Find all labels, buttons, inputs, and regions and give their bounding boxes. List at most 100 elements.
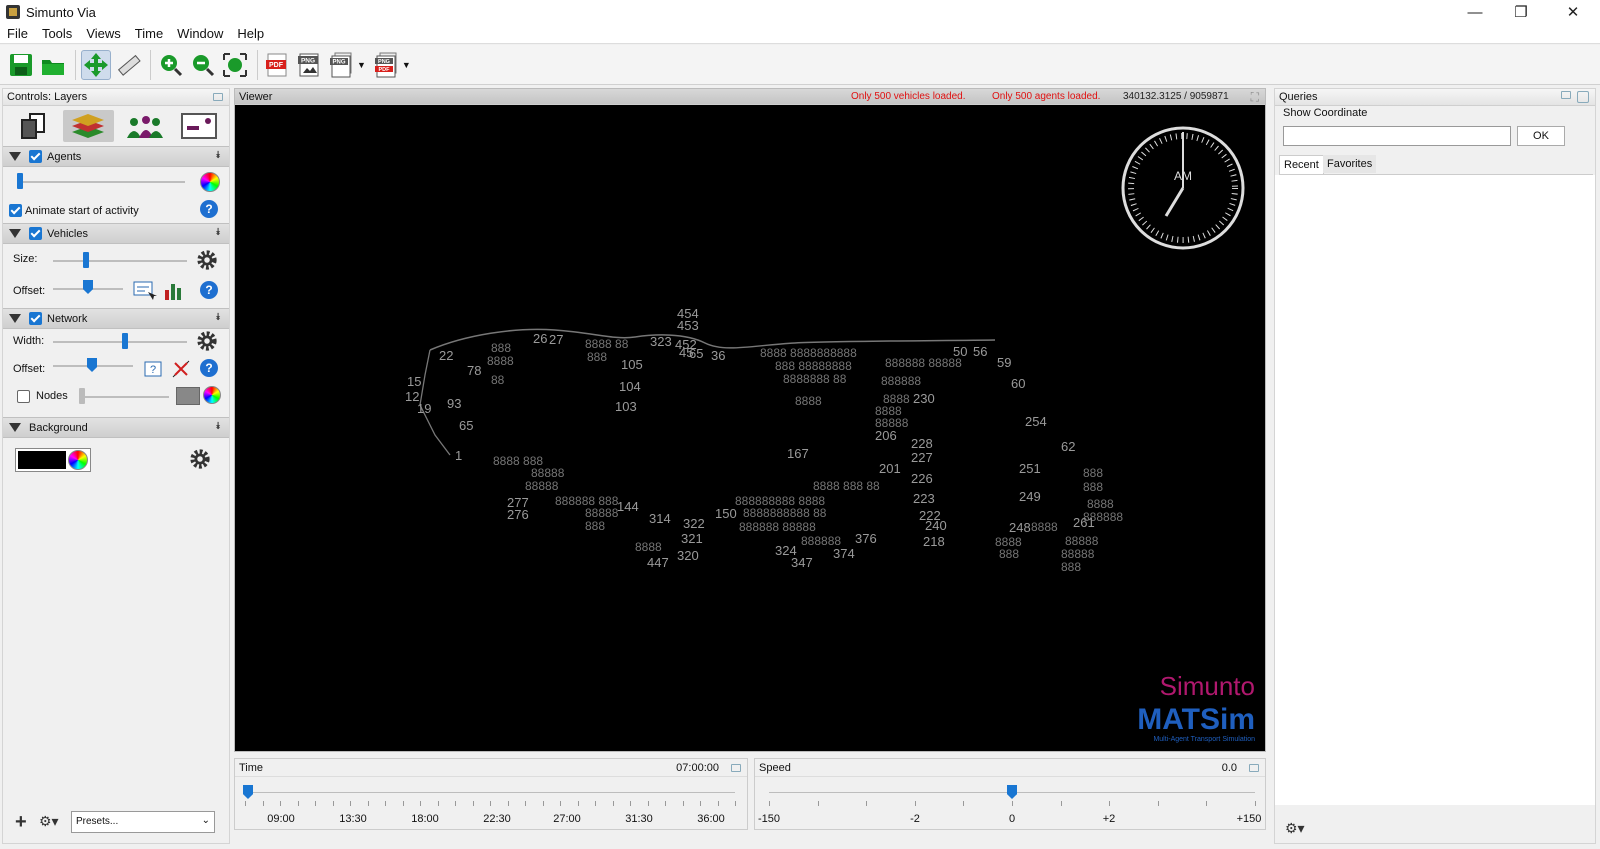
network-section-header[interactable]: Network ⯯ xyxy=(3,308,229,329)
tab-favorites[interactable]: Favorites xyxy=(1323,155,1377,173)
map-canvas[interactable]: AM 454 453 26 27 323 452 45 65 36 105 10… xyxy=(235,105,1265,751)
pan-icon xyxy=(84,52,108,77)
nodes-color-swatch[interactable] xyxy=(176,387,200,405)
close-button[interactable]: ✕ xyxy=(1550,0,1596,24)
presets-bar: + ⚙▾ Presets... ⌄ xyxy=(3,809,229,835)
gear-icon[interactable] xyxy=(196,330,218,352)
collapse-icon[interactable] xyxy=(9,314,21,323)
animate-checkbox[interactable] xyxy=(9,204,22,217)
node-label: 167 xyxy=(787,446,809,461)
time-tick-label: 22:30 xyxy=(483,813,511,825)
collapse-icon[interactable] xyxy=(9,152,21,161)
time-slider-thumb[interactable] xyxy=(243,785,253,799)
pin-icon[interactable] xyxy=(731,763,741,772)
export-png-series-button[interactable]: PNG xyxy=(327,50,357,80)
menu-time[interactable]: Time xyxy=(128,26,170,41)
network-width-thumb[interactable] xyxy=(122,333,128,349)
node-label: 36 xyxy=(711,348,725,363)
tab-recent[interactable]: Recent xyxy=(1279,155,1324,174)
export-png-pdf-button[interactable]: PNG PDF xyxy=(372,50,402,80)
collapse-icon[interactable] xyxy=(9,423,21,432)
gear-icon[interactable] xyxy=(196,249,218,271)
menu-file[interactable]: File xyxy=(0,26,35,41)
more-options-icon[interactable]: ⯯ xyxy=(215,150,221,161)
zoom-in-button[interactable] xyxy=(156,50,186,80)
nodes-size-thumb[interactable] xyxy=(79,388,85,404)
slider-tick xyxy=(630,801,631,806)
vehicles-section-header[interactable]: Vehicles ⯯ xyxy=(3,223,229,244)
tab-agents[interactable] xyxy=(118,110,170,142)
export-png-pdf-caret[interactable]: ▼ xyxy=(402,60,411,70)
more-options-icon[interactable]: ⯯ xyxy=(215,421,221,432)
node-label: 218 xyxy=(923,534,945,549)
measure-button[interactable] xyxy=(113,50,143,80)
menu-tools[interactable]: Tools xyxy=(35,26,79,41)
presets-select[interactable]: Presets... ⌄ xyxy=(71,811,215,833)
gear-icon[interactable] xyxy=(189,448,211,470)
open-button[interactable] xyxy=(38,50,68,80)
tab-settings-misc[interactable] xyxy=(174,110,226,142)
restore-button[interactable]: ❐ xyxy=(1498,0,1544,24)
agents-size-slider[interactable] xyxy=(17,181,185,183)
float-icon[interactable] xyxy=(1577,91,1589,103)
network-offset-thumb[interactable] xyxy=(87,358,97,372)
color-wheel-icon[interactable] xyxy=(203,386,221,404)
agents-checkbox[interactable] xyxy=(29,150,42,163)
node-label: 105 xyxy=(621,357,643,372)
nodes-size-slider[interactable] xyxy=(79,396,169,398)
maximize-icon[interactable]: ⛶ xyxy=(1251,90,1259,105)
export-dropdown-caret[interactable]: ▼ xyxy=(357,60,366,70)
help-icon[interactable]: ? xyxy=(200,200,218,218)
network-map: AM 454 453 26 27 323 452 45 65 36 105 10… xyxy=(405,126,1255,743)
agents-size-thumb[interactable] xyxy=(17,173,23,189)
time-slider[interactable] xyxy=(243,792,735,793)
menu-help[interactable]: Help xyxy=(230,26,271,41)
nodes-checkbox[interactable] xyxy=(17,390,30,403)
gear-dropdown-icon[interactable]: ⚙▾ xyxy=(1285,820,1305,837)
pan-tool-button[interactable] xyxy=(81,49,111,80)
svg-text:888: 888 xyxy=(1083,480,1103,494)
more-options-icon[interactable]: ⯯ xyxy=(215,227,221,238)
export-pdf-button[interactable]: PDF xyxy=(263,50,293,80)
network-checkbox[interactable] xyxy=(29,312,42,325)
tab-pages[interactable] xyxy=(7,110,59,142)
pin-icon[interactable] xyxy=(1561,91,1571,99)
slider-tick xyxy=(297,801,299,806)
node-label: 103 xyxy=(615,399,637,414)
toolbar: PDF PNG PNG ▼ PNG PDF ▼ xyxy=(0,45,1600,85)
zoom-out-button[interactable] xyxy=(188,50,218,80)
pin-icon[interactable] xyxy=(1249,763,1259,772)
slider-tick xyxy=(455,801,456,806)
speed-slider-thumb[interactable] xyxy=(1007,785,1017,799)
minimize-button[interactable]: — xyxy=(1452,0,1498,24)
vehicles-size-thumb[interactable] xyxy=(83,252,89,268)
pin-icon[interactable] xyxy=(213,93,223,101)
collapse-icon[interactable] xyxy=(9,229,21,238)
gear-dropdown-icon[interactable]: ⚙▾ xyxy=(39,813,59,830)
color-wheel-icon[interactable] xyxy=(200,172,220,192)
remove-link-icon[interactable] xyxy=(170,358,192,380)
tab-layers[interactable] xyxy=(62,110,114,142)
vehicles-size-slider[interactable] xyxy=(53,260,187,262)
help-icon[interactable]: ? xyxy=(200,281,218,299)
export-png-button[interactable]: PNG xyxy=(295,50,325,80)
time-tick-label: 13:30 xyxy=(339,813,367,825)
coordinate-input[interactable] xyxy=(1283,126,1511,146)
menu-window[interactable]: Window xyxy=(170,26,230,41)
network-width-slider[interactable] xyxy=(53,341,187,343)
menu-views[interactable]: Views xyxy=(79,26,127,41)
ok-button[interactable]: OK xyxy=(1517,126,1565,146)
vehicles-checkbox[interactable] xyxy=(29,227,42,240)
vehicles-offset-thumb[interactable] xyxy=(83,280,93,294)
save-button[interactable] xyxy=(6,50,36,80)
vehicle-label-icon[interactable] xyxy=(133,280,157,302)
help-icon[interactable]: ? xyxy=(200,359,218,377)
agents-section-header[interactable]: Agents ⯯ xyxy=(3,146,229,167)
chart-icon[interactable] xyxy=(163,280,185,302)
more-options-icon[interactable]: ⯯ xyxy=(215,312,221,323)
add-icon[interactable]: + xyxy=(15,811,27,834)
zoom-fit-button[interactable] xyxy=(220,50,250,80)
background-section-header[interactable]: Background ⯯ xyxy=(3,417,229,438)
background-color-button[interactable] xyxy=(15,448,91,472)
link-label-icon[interactable]: ? xyxy=(141,358,165,380)
